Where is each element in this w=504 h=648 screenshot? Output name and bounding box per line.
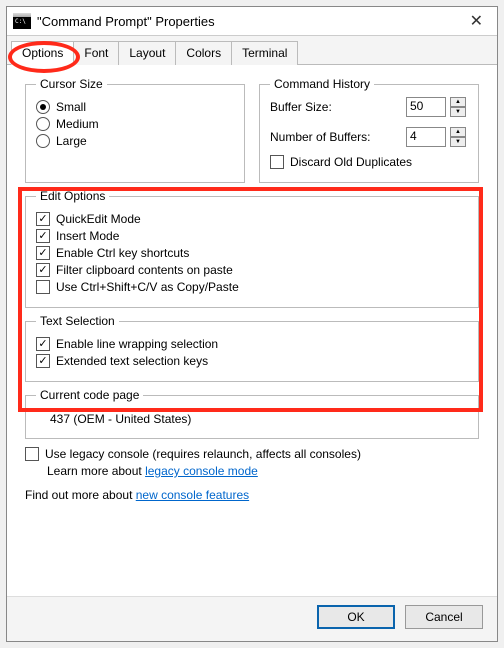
cursor-small-row[interactable]: Small <box>36 100 234 114</box>
text-selection-group: Text Selection Enable line wrapping sele… <box>25 314 479 382</box>
ctrl-shift-cv-label: Use Ctrl+Shift+C/V as Copy/Paste <box>56 280 239 294</box>
buffer-size-spinner: ▲ ▼ <box>450 97 466 117</box>
codepage-group: Current code page 437 (OEM - United Stat… <box>25 388 479 439</box>
tab-colors[interactable]: Colors <box>175 41 232 65</box>
tab-options-label: Options <box>22 46 63 60</box>
line-wrap-row[interactable]: Enable line wrapping selection <box>36 337 468 351</box>
cursor-small-label: Small <box>56 100 86 114</box>
codepage-value: 437 (OEM - United States) <box>36 408 468 428</box>
legacy-learn-link[interactable]: legacy console mode <box>145 464 258 478</box>
checkbox-icon <box>25 447 39 461</box>
legacy-learn-prefix: Learn more about <box>47 464 145 478</box>
filter-clipboard-label: Filter clipboard contents on paste <box>56 263 233 277</box>
legacy-learn-more: Learn more about legacy console mode <box>47 464 479 478</box>
filter-clipboard-row[interactable]: Filter clipboard contents on paste <box>36 263 468 277</box>
ok-button[interactable]: OK <box>317 605 395 629</box>
checkbox-icon <box>36 354 50 368</box>
radio-icon <box>36 117 50 131</box>
cursor-medium-row[interactable]: Medium <box>36 117 234 131</box>
line-wrap-label: Enable line wrapping selection <box>56 337 218 351</box>
properties-window: "Command Prompt" Properties ✕ Options Fo… <box>6 6 498 642</box>
cursor-large-label: Large <box>56 134 87 148</box>
insert-mode-row[interactable]: Insert Mode <box>36 229 468 243</box>
spin-down-icon[interactable]: ▼ <box>450 107 466 117</box>
quickedit-label: QuickEdit Mode <box>56 212 141 226</box>
codepage-legend: Current code page <box>36 388 143 402</box>
cancel-button[interactable]: Cancel <box>405 605 483 629</box>
radio-icon <box>36 134 50 148</box>
buffer-size-value: 50 <box>410 99 423 113</box>
cursor-size-group: Cursor Size Small Medium Large <box>25 77 245 183</box>
command-history-legend: Command History <box>270 77 374 91</box>
checkbox-icon <box>36 263 50 277</box>
text-selection-legend: Text Selection <box>36 314 119 328</box>
tab-font[interactable]: Font <box>73 41 119 65</box>
legacy-learn-link-text: legacy console mode <box>145 464 258 478</box>
legacy-console-row[interactable]: Use legacy console (requires relaunch, a… <box>25 447 479 461</box>
close-icon[interactable]: ✕ <box>462 11 491 31</box>
tab-layout[interactable]: Layout <box>118 41 176 65</box>
insert-mode-label: Insert Mode <box>56 229 119 243</box>
spin-up-icon[interactable]: ▲ <box>450 97 466 107</box>
window-title: "Command Prompt" Properties <box>37 14 462 29</box>
buffer-size-label: Buffer Size: <box>270 100 402 114</box>
tab-layout-label: Layout <box>129 46 165 60</box>
num-buffers-value: 4 <box>410 129 417 143</box>
cmd-icon <box>13 13 31 29</box>
checkbox-icon <box>36 280 50 294</box>
tab-content: Cursor Size Small Medium Large Command H… <box>7 65 497 596</box>
tab-terminal[interactable]: Terminal <box>231 41 298 65</box>
checkbox-icon <box>270 155 284 169</box>
ctrl-shift-cv-row[interactable]: Use Ctrl+Shift+C/V as Copy/Paste <box>36 280 468 294</box>
tab-font-label: Font <box>84 46 108 60</box>
quickedit-row[interactable]: QuickEdit Mode <box>36 212 468 226</box>
num-buffers-input[interactable]: 4 <box>406 127 446 147</box>
find-out-prefix: Find out more about <box>25 488 136 502</box>
find-out-more: Find out more about new console features <box>25 488 479 502</box>
new-features-link-text: new console features <box>136 488 249 502</box>
buffer-size-input[interactable]: 50 <box>406 97 446 117</box>
tab-bar: Options Font Layout Colors Terminal <box>7 36 497 65</box>
checkbox-icon <box>36 246 50 260</box>
extended-keys-label: Extended text selection keys <box>56 354 208 368</box>
cursor-size-legend: Cursor Size <box>36 77 107 91</box>
num-buffers-label: Number of Buffers: <box>270 130 402 144</box>
discard-duplicates-row[interactable]: Discard Old Duplicates <box>270 155 468 169</box>
dialog-footer: OK Cancel <box>7 596 497 641</box>
tab-options[interactable]: Options <box>11 41 74 65</box>
edit-options-legend: Edit Options <box>36 189 109 203</box>
titlebar: "Command Prompt" Properties ✕ <box>7 7 497 36</box>
cursor-medium-label: Medium <box>56 117 99 131</box>
ok-button-label: OK <box>347 610 364 624</box>
edit-options-group: Edit Options QuickEdit Mode Insert Mode … <box>25 189 479 308</box>
cursor-large-row[interactable]: Large <box>36 134 234 148</box>
num-buffers-spinner: ▲ ▼ <box>450 127 466 147</box>
command-history-group: Command History Buffer Size: 50 ▲ ▼ Numb… <box>259 77 479 183</box>
discard-duplicates-label: Discard Old Duplicates <box>290 155 412 169</box>
extended-keys-row[interactable]: Extended text selection keys <box>36 354 468 368</box>
ctrl-shortcuts-row[interactable]: Enable Ctrl key shortcuts <box>36 246 468 260</box>
tab-colors-label: Colors <box>186 46 221 60</box>
ctrl-shortcuts-label: Enable Ctrl key shortcuts <box>56 246 189 260</box>
cancel-button-label: Cancel <box>425 610 462 624</box>
spin-down-icon[interactable]: ▼ <box>450 137 466 147</box>
new-features-link[interactable]: new console features <box>136 488 249 502</box>
checkbox-icon <box>36 229 50 243</box>
radio-icon <box>36 100 50 114</box>
legacy-console-label: Use legacy console (requires relaunch, a… <box>45 447 361 461</box>
checkbox-icon <box>36 212 50 226</box>
tab-terminal-label: Terminal <box>242 46 287 60</box>
spin-up-icon[interactable]: ▲ <box>450 127 466 137</box>
checkbox-icon <box>36 337 50 351</box>
